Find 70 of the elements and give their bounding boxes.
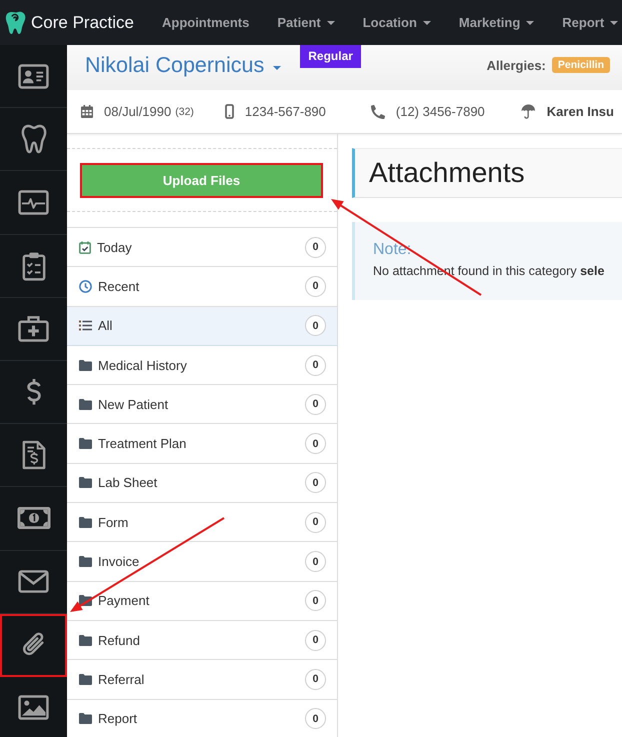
list-icon bbox=[79, 320, 92, 332]
umbrella-icon bbox=[520, 104, 536, 119]
folder-icon bbox=[79, 713, 92, 724]
clipboard-icon bbox=[22, 250, 46, 281]
patient-name-dropdown[interactable]: Nikolai Copernicus bbox=[85, 45, 282, 78]
category-item[interactable]: Treatment Plan 0 bbox=[67, 424, 337, 464]
count-badge: 0 bbox=[305, 354, 326, 376]
category-item[interactable]: Refund 0 bbox=[67, 620, 337, 660]
tooth-logo-icon bbox=[5, 10, 27, 34]
allergies-label: Allergies: bbox=[486, 58, 546, 72]
side-nav-button[interactable] bbox=[0, 614, 67, 677]
nav-menu-item[interactable]: Report bbox=[562, 15, 618, 30]
category-item[interactable]: Lab Sheet 0 bbox=[67, 464, 337, 504]
count-badge: 0 bbox=[305, 433, 326, 454]
heartbeat-monitor-icon bbox=[18, 190, 49, 215]
count-badge: 0 bbox=[305, 276, 326, 297]
patient-type-badge: Regular bbox=[300, 45, 361, 68]
nav-menu-item[interactable]: Location bbox=[362, 15, 431, 30]
banknote-icon bbox=[16, 507, 50, 530]
mobile-phone-icon bbox=[224, 104, 234, 119]
id-card-icon bbox=[18, 64, 49, 89]
envelope-icon bbox=[18, 570, 49, 594]
count-badge: 0 bbox=[305, 472, 326, 494]
insurance-name-text: Karen Insu bbox=[546, 104, 614, 119]
nav-menu-item[interactable]: Patient bbox=[277, 15, 335, 30]
category-item[interactable]: All 0 bbox=[67, 306, 337, 346]
folder-icon bbox=[79, 438, 92, 450]
tooth-icon bbox=[20, 124, 46, 154]
image-icon bbox=[18, 695, 49, 720]
count-badge: 0 bbox=[305, 590, 326, 612]
count-badge: 0 bbox=[305, 512, 326, 533]
mobile-number-text: 1234-567-890 bbox=[244, 104, 326, 119]
count-badge: 0 bbox=[305, 708, 326, 730]
count-badge: 0 bbox=[305, 668, 326, 690]
dollar-icon bbox=[24, 377, 42, 408]
invoice-icon bbox=[22, 440, 46, 470]
phone-number-text: (12) 3456-7890 bbox=[396, 104, 485, 119]
calendar-check-icon bbox=[79, 240, 91, 254]
calendar-icon bbox=[81, 105, 93, 118]
category-item[interactable]: Invoice 0 bbox=[67, 542, 337, 582]
count-badge: 0 bbox=[305, 315, 326, 336]
category-item[interactable]: Form 0 bbox=[67, 503, 337, 542]
folder-icon bbox=[79, 556, 92, 568]
count-badge: 0 bbox=[305, 551, 326, 572]
count-badge: 0 bbox=[305, 630, 326, 651]
folder-icon bbox=[79, 516, 92, 528]
count-badge: 0 bbox=[305, 236, 326, 258]
category-item[interactable]: Medical History 0 bbox=[67, 346, 337, 386]
birthdate-text: 08/Jul/1990 bbox=[104, 104, 172, 119]
category-item[interactable]: Today 0 bbox=[67, 228, 337, 268]
clock-icon bbox=[79, 280, 92, 293]
allergy-badge: Penicillin bbox=[552, 57, 610, 73]
phone-icon bbox=[370, 104, 385, 118]
nav-menu-item[interactable]: Appointments bbox=[162, 15, 250, 30]
category-item[interactable]: Payment 0 bbox=[67, 582, 337, 621]
note-title: Note: bbox=[373, 240, 412, 260]
medical-kit-icon bbox=[18, 315, 49, 342]
category-item[interactable]: Referral 0 bbox=[67, 660, 337, 700]
brand-name: Core Practice bbox=[31, 12, 134, 32]
folder-icon bbox=[79, 634, 92, 646]
count-badge: 0 bbox=[305, 394, 326, 415]
page-title: Attachments bbox=[369, 157, 525, 189]
folder-icon bbox=[79, 674, 92, 685]
category-item[interactable]: Report 0 bbox=[67, 700, 337, 737]
category-item[interactable]: New Patient 0 bbox=[67, 385, 337, 424]
folder-icon bbox=[79, 477, 92, 488]
folder-icon bbox=[79, 360, 92, 371]
age-text: (32) bbox=[175, 106, 194, 118]
folder-icon bbox=[79, 398, 92, 410]
nav-menu-item[interactable]: Marketing bbox=[458, 15, 534, 30]
